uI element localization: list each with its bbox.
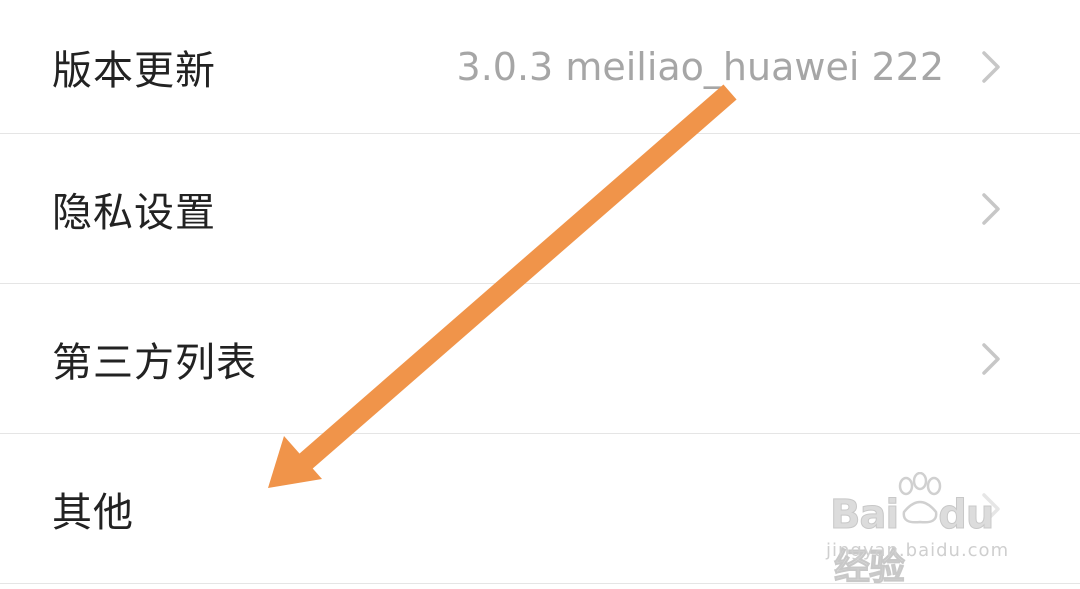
settings-item-privacy[interactable]: 隐私设置 bbox=[0, 134, 1080, 284]
version-value: 3.0.3 meiliao_huawei 222 bbox=[456, 44, 944, 89]
settings-item-label: 版本更新 bbox=[52, 47, 216, 94]
chevron-right-icon bbox=[976, 47, 1006, 87]
baidu-jingyan-watermark: Bai du经验 jingyan.baidu.com bbox=[822, 472, 1032, 589]
chevron-right-icon bbox=[976, 189, 1006, 229]
settings-item-version-update[interactable]: 版本更新 3.0.3 meiliao_huawei 222 bbox=[0, 0, 1080, 134]
settings-item-label: 隐私设置 bbox=[52, 189, 216, 236]
watermark-brand-left: Bai bbox=[829, 492, 899, 539]
watermark-brand-right: du bbox=[938, 492, 995, 539]
settings-item-label: 第三方列表 bbox=[52, 339, 257, 386]
settings-screen: 版本更新 3.0.3 meiliao_huawei 222 隐私设置 第三方列表… bbox=[0, 0, 1080, 589]
watermark-subtitle: jingyan.baidu.com bbox=[826, 540, 1010, 561]
chevron-right-icon bbox=[976, 339, 1006, 379]
settings-item-label: 其他 bbox=[52, 489, 134, 536]
settings-item-third-party-list[interactable]: 第三方列表 bbox=[0, 284, 1080, 434]
